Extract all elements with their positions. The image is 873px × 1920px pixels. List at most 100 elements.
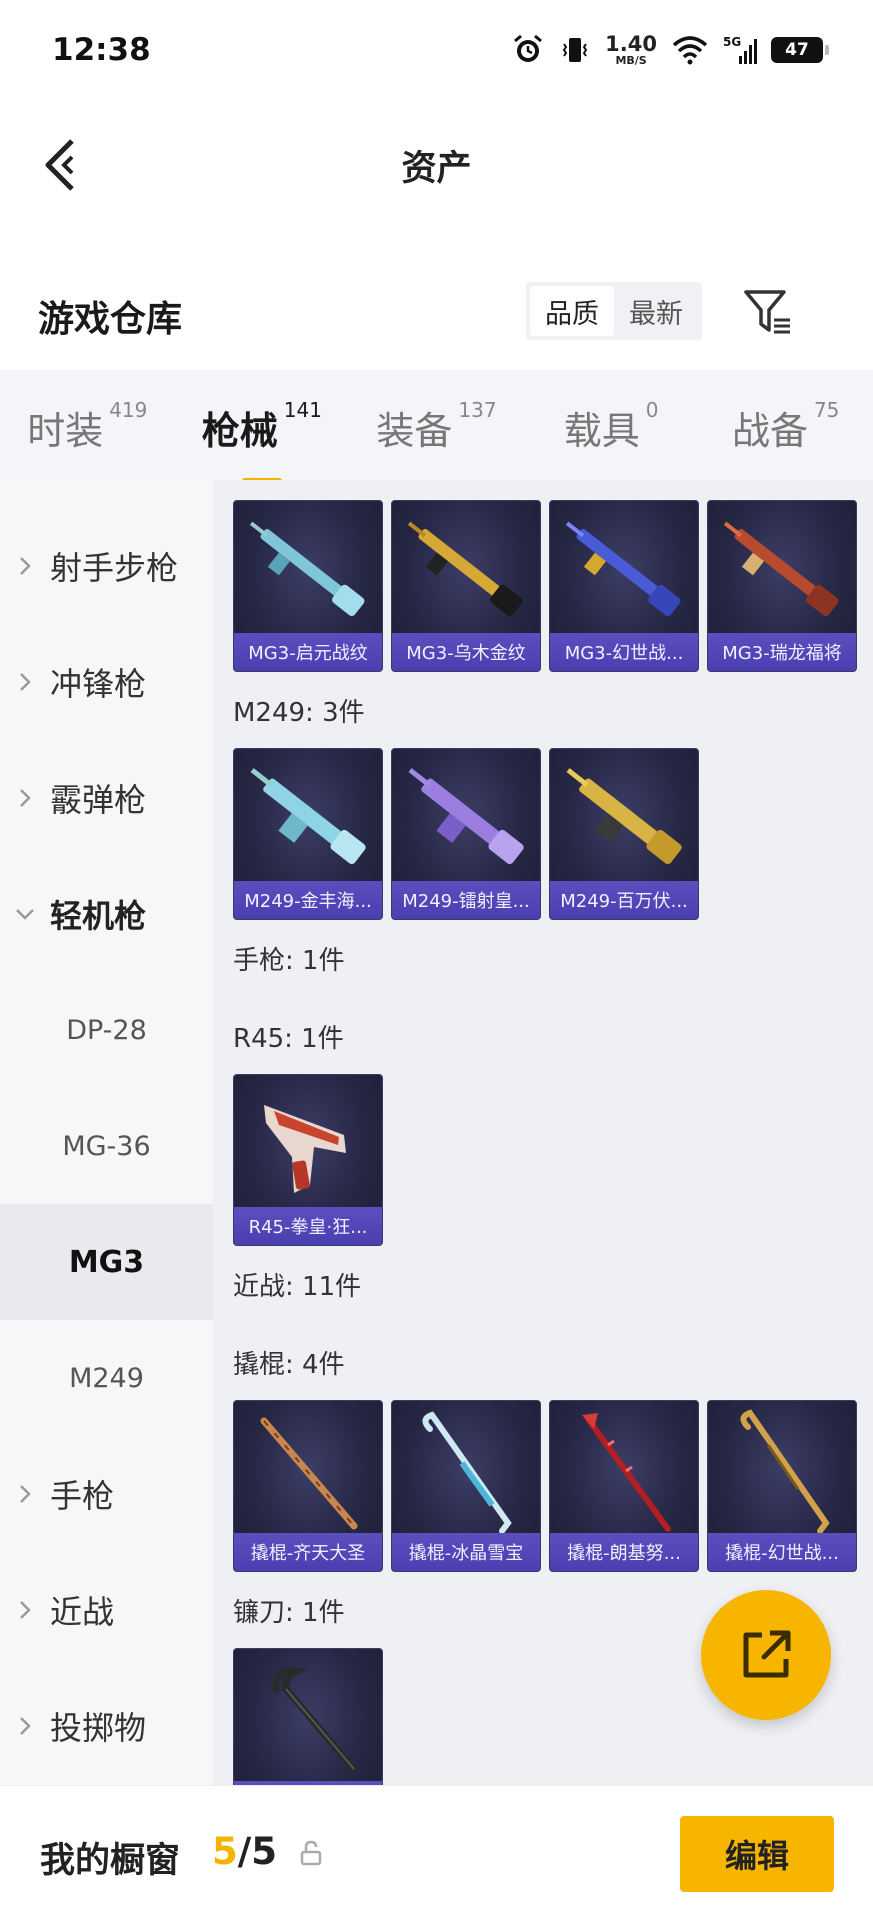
sort-toggle: 品质 最新	[526, 282, 702, 340]
item-card[interactable]: MG3-乌木金纹	[391, 500, 541, 672]
item-name: 撬棍-齐天大圣	[250, 1543, 366, 1564]
mg3-skin-image	[249, 521, 365, 617]
sidebar-item-label: MG-36	[62, 1130, 151, 1162]
battery-indicator: 47	[771, 37, 829, 63]
chevron-right-icon	[0, 1715, 50, 1737]
tab-label: 战备	[731, 409, 808, 453]
status-time: 12:38	[52, 32, 151, 68]
edit-button[interactable]: 编辑	[680, 1816, 834, 1892]
item-card[interactable]	[233, 1648, 383, 1785]
wifi-icon	[671, 35, 709, 65]
net-speed-unit: MB/S	[615, 54, 647, 67]
category-sidebar: 射手步枪 冲锋枪 霰弹枪 轻机枪 DP-28 MG-36 MG3 M249 手枪…	[0, 480, 213, 1785]
sidebar-item-pistol[interactable]: 手枪	[0, 1436, 213, 1552]
item-card[interactable]: 撬棍-幻世战...	[707, 1400, 857, 1572]
sidebar-item-label: 近战	[50, 1593, 115, 1631]
sidebar-item-label: M249	[69, 1362, 144, 1394]
tab-label: 载具	[563, 409, 640, 453]
item-card[interactable]: 撬棍-冰晶雪宝	[391, 1400, 541, 1572]
crowbar-skin-image	[582, 1413, 671, 1532]
item-card[interactable]: R45-拳皇·狂...	[233, 1074, 383, 1246]
lock-icon	[300, 1840, 322, 1866]
tab-label: 枪械	[201, 409, 278, 453]
item-card[interactable]: M249-百万伏...	[549, 748, 699, 920]
sort-quality[interactable]: 品质	[530, 286, 614, 336]
chevron-down-icon	[0, 907, 50, 921]
tab-count: 75	[813, 398, 840, 422]
sidebar-subitem-mg3[interactable]: MG3	[0, 1204, 213, 1320]
sidebar-item-shotgun[interactable]: 霰弹枪	[0, 740, 213, 856]
net-speed: 1.40 MB/S	[605, 32, 657, 67]
svg-text:5G: 5G	[723, 35, 741, 49]
section-label-crowbar: 撬棍: 4件	[233, 1350, 345, 1380]
sidebar-item-dmr[interactable]: 射手步枪	[0, 508, 213, 624]
tab-supplies[interactable]: 战备 75	[698, 398, 873, 455]
crowbar-skin-image	[740, 1409, 830, 1534]
showcase-count-separator: /	[237, 1830, 252, 1873]
header: 资产	[0, 120, 873, 210]
chevron-right-icon	[0, 671, 50, 693]
item-card[interactable]: MG3-幻世战...	[549, 500, 699, 672]
sort-newest[interactable]: 最新	[614, 286, 698, 336]
tab-count: 141	[283, 398, 322, 422]
item-name: 撬棍-幻世战...	[725, 1543, 839, 1564]
item-name: 撬棍-冰晶雪宝	[408, 1543, 524, 1564]
showcase-count-current: 5	[212, 1830, 238, 1873]
item-card[interactable]: 撬棍-朗基努...	[549, 1400, 699, 1572]
sidebar-item-lmg[interactable]: 轻机枪	[0, 856, 213, 972]
tab-vehicles[interactable]: 载具 0	[524, 398, 699, 455]
section-label-sickle: 镰刀: 1件	[233, 1598, 345, 1628]
warehouse-title: 游戏仓库	[38, 299, 183, 340]
item-name: MG3-幻世战...	[564, 643, 684, 664]
sidebar-item-melee[interactable]: 近战	[0, 1552, 213, 1668]
item-name: M249-镭射皇...	[402, 891, 530, 912]
section-label-m249: M249: 3件	[233, 698, 365, 728]
sidebar-item-smg[interactable]: 冲锋枪	[0, 624, 213, 740]
chevron-right-icon	[0, 787, 50, 809]
tab-label: 时装	[27, 409, 104, 453]
sickle-skin-image	[272, 1667, 358, 1773]
item-grid: MG3-启元战纹 MG3-乌木金纹 MG3-幻世战... MG3-瑞龙福将 M2…	[213, 480, 873, 1785]
net-speed-value: 1.40	[605, 32, 657, 56]
share-fab[interactable]	[701, 1590, 831, 1720]
chevron-right-icon	[0, 1599, 50, 1621]
alarm-icon	[511, 33, 545, 67]
item-card[interactable]: MG3-启元战纹	[233, 500, 383, 672]
item-name: 撬棍-朗基努...	[567, 1543, 681, 1564]
mg3-skin-image	[407, 521, 523, 617]
item-name: MG3-启元战纹	[248, 643, 368, 664]
item-card[interactable]: 撬棍-齐天大圣	[233, 1400, 383, 1572]
sidebar-item-label: 射手步枪	[50, 549, 179, 587]
item-name: M249-百万伏...	[560, 891, 688, 912]
item-name: MG3-瑞龙福将	[722, 643, 842, 664]
item-name: M249-金丰海...	[244, 891, 372, 912]
m249-skin-image	[566, 768, 682, 865]
tab-fashion[interactable]: 时装 419	[0, 398, 175, 455]
section-label-r45: R45: 1件	[233, 1024, 344, 1054]
tab-count: 137	[458, 398, 497, 422]
sidebar-item-label: MG3	[68, 1244, 145, 1280]
filter-button[interactable]	[740, 284, 796, 340]
m249-skin-image	[408, 768, 524, 865]
item-card[interactable]: MG3-瑞龙福将	[707, 500, 857, 672]
category-tabs: 时装 419 枪械 141 装备 137 载具 0 战备 75	[0, 370, 873, 484]
sidebar-item-throwables[interactable]: 投掷物	[0, 1668, 213, 1784]
showcase-count: 5/5	[212, 1830, 277, 1873]
sidebar-subitem-mg36[interactable]: MG-36	[0, 1088, 213, 1204]
sidebar-item-label: 冲锋枪	[50, 665, 147, 703]
section-label-melee: 近战: 11件	[233, 1272, 362, 1302]
tab-label: 装备	[376, 409, 453, 453]
item-card[interactable]: M249-镭射皇...	[391, 748, 541, 920]
sidebar-subitem-dp28[interactable]: DP-28	[0, 972, 213, 1088]
item-name: MG3-乌木金纹	[406, 643, 526, 664]
sidebar-item-label: 霰弹枪	[50, 781, 147, 819]
item-card[interactable]: M249-金丰海...	[233, 748, 383, 920]
sidebar-subitem-m249[interactable]: M249	[0, 1320, 213, 1436]
tab-equipment[interactable]: 装备 137	[349, 398, 524, 455]
vibrate-icon	[559, 34, 591, 66]
tab-count: 419	[109, 398, 148, 422]
sidebar-item-label: 投掷物	[50, 1709, 147, 1747]
crowbar-skin-image	[422, 1411, 512, 1534]
m249-skin-image	[250, 768, 366, 865]
tab-guns[interactable]: 枪械 141	[175, 398, 350, 484]
